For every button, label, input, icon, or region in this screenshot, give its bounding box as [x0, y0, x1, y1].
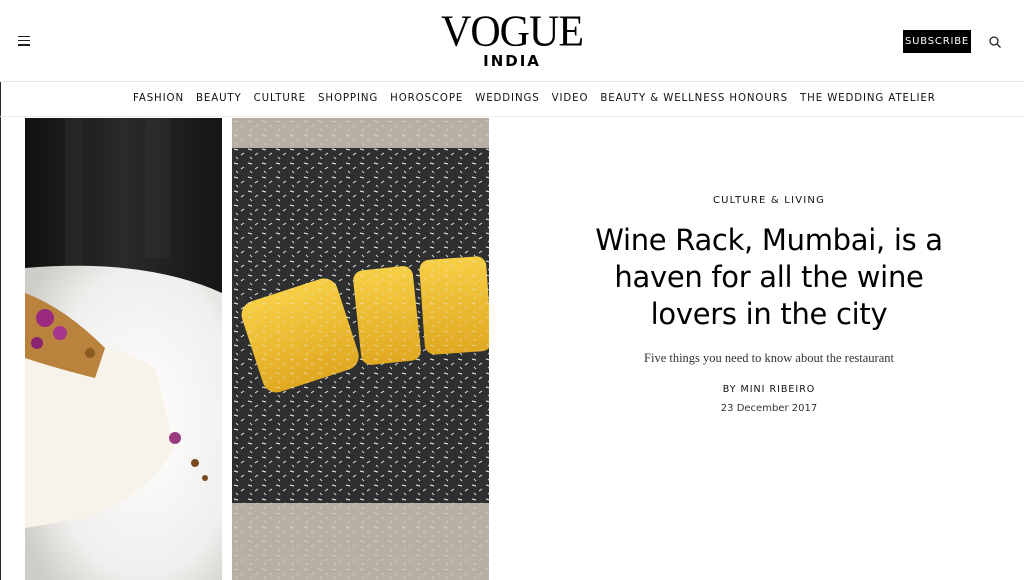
main-navigation: FASHION BEAUTY CULTURE SHOPPING HOROSCOP…	[0, 83, 1024, 117]
hero-image-corn	[232, 118, 489, 580]
article-headline: Wine Rack, Mumbai, is a haven for all th…	[595, 223, 943, 331]
nav-item-shopping[interactable]: SHOPPING	[318, 93, 378, 104]
nav-item-horoscope[interactable]: HOROSCOPE	[390, 93, 463, 104]
search-icon[interactable]	[988, 35, 1002, 49]
nav-item-weddings[interactable]: WEDDINGS	[475, 93, 539, 104]
site-header: VOGUE INDIA SUBSCRIBE	[0, 0, 1024, 82]
nav-item-beauty[interactable]: BEAUTY	[196, 93, 242, 104]
nav-item-fashion[interactable]: FASHION	[133, 93, 184, 104]
article-date: 23 December 2017	[720, 403, 818, 414]
site-logo[interactable]: VOGUE INDIA	[0, 7, 1024, 70]
article-header: CULTURE & LIVING Wine Rack, Mumbai, is a…	[540, 118, 998, 414]
nav-item-culture[interactable]: CULTURE	[254, 93, 306, 104]
article-category-link[interactable]: CULTURE & LIVING	[713, 195, 825, 206]
hero-image-dessert	[25, 118, 222, 580]
article-byline[interactable]: BY MINI RIBEIRO	[540, 384, 998, 395]
nav-item-beauty-wellness-honours[interactable]: BEAUTY & WELLNESS HONOURS	[600, 93, 788, 104]
article-dek: Five things you need to know about the r…	[644, 351, 894, 365]
subscribe-button[interactable]: SUBSCRIBE	[903, 30, 971, 53]
nav-item-video[interactable]: VIDEO	[552, 93, 589, 104]
nav-item-wedding-atelier[interactable]: THE WEDDING ATELIER	[800, 93, 936, 104]
logo-wordmark: VOGUE	[441, 7, 584, 57]
